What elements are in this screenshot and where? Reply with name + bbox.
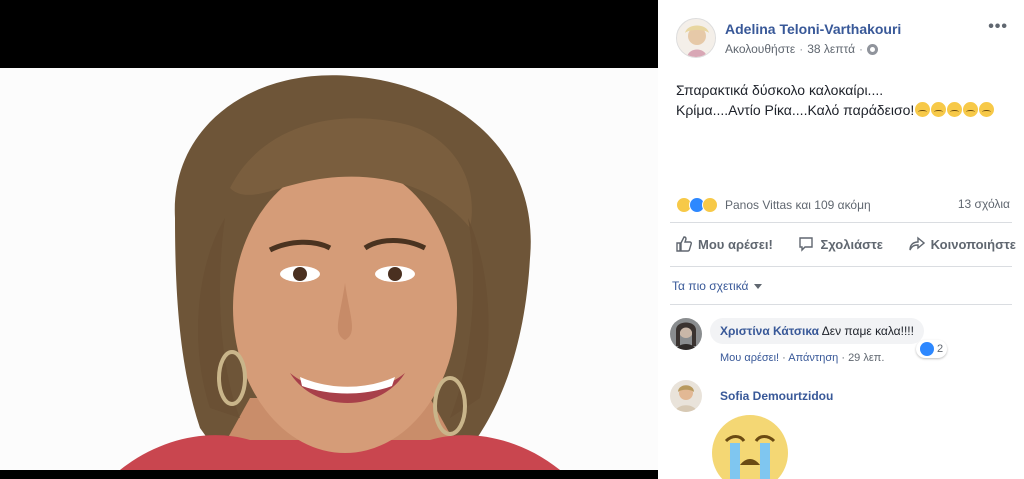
reactions-names[interactable]: Panos Vittas και 109 ακόμη [725,198,871,212]
post-text-line2: Κρίμα....Αντίο Ρίκα....Καλό παράδεισο! [676,102,915,118]
commenter-avatar[interactable] [670,318,702,350]
chevron-down-icon [753,283,762,289]
comments-filter-label: Τα πιο σχετικά [672,279,749,293]
comments-filter-dropdown[interactable]: Τα πιο σχετικά [672,279,762,293]
share-icon [908,236,925,251]
post-meta: Ακολουθήστε · 38 λεπτά · [725,42,879,56]
comment-time[interactable]: 29 λεπ. [848,352,884,364]
comments-count[interactable]: 13 σχόλια [958,197,1010,211]
comment-reaction-count: 2 [937,343,944,355]
portrait-image [0,68,658,470]
divider [670,304,1012,305]
crying-emoji-icon [915,102,931,117]
post-photo[interactable] [0,68,658,470]
comment-button[interactable]: Σχολιάστε [798,236,883,252]
commenter-name[interactable]: Χριστίνα Κάτσικα [720,324,819,338]
comment-meta: Μου αρέσει! · Απάντηση · 29 λεπ. [720,352,884,364]
commenter-avatar[interactable] [670,380,702,412]
crying-emoji-icon [947,102,963,117]
divider [670,266,1012,267]
crying-sticker-icon [712,415,788,479]
comment-like-link[interactable]: Μου αρέσει! [720,352,779,364]
comment-button-label: Σχολιάστε [820,236,883,252]
author-name[interactable]: Adelina Teloni-Varthakouri [725,21,901,37]
post-side-panel: Adelina Teloni-Varthakouri Ακολουθήστε ·… [658,0,1024,479]
wow-reaction-icon [702,197,718,213]
comment-icon [799,237,814,252]
action-bar: Μου αρέσει! Σχολιάστε Κοινοποιήστε [676,236,1016,252]
photo-viewer [0,0,658,479]
globe-icon [867,43,879,55]
like-button[interactable]: Μου αρέσει! [676,236,773,252]
follow-link[interactable]: Ακολουθήστε [725,42,795,56]
comment-bubble: Χριστίνα Κάτσικα Δεν παμε καλα!!!! [710,318,924,344]
post-text-line1: Σπαρακτικά δύσκολο καλοκαίρι.... [676,82,884,98]
crying-emoji-icon [963,102,979,117]
post-text: Σπαρακτικά δύσκολο καλοκαίρι.... Κρίμα..… [676,80,1016,120]
crying-emoji-icon [979,102,995,117]
crying-emoji-icon [931,102,947,117]
like-reaction-icon [920,342,934,356]
comment-reaction-badge[interactable]: 2 [916,340,948,358]
comment-text: Δεν παμε καλα!!!! [821,324,914,338]
post-time[interactable]: 38 λεπτά [807,42,855,56]
post-text-line2-row: Κρίμα....Αντίο Ρίκα....Καλό παράδεισο! [676,100,1016,120]
reactions-summary[interactable]: Panos Vittas και 109 ακόμη [676,197,871,213]
more-options-icon[interactable]: ••• [988,18,1008,36]
meta-separator: · [859,42,864,56]
thumbs-up-icon [676,236,692,252]
comment-reply-link[interactable]: Απάντηση [788,352,838,364]
commenter-name[interactable]: Sofia Demourtzidou [720,389,833,403]
share-button[interactable]: Κοινοποιήστε [908,236,1016,252]
meta-separator: · [799,42,804,56]
divider [670,222,1012,223]
author-avatar[interactable] [676,18,716,58]
like-button-label: Μου αρέσει! [698,236,773,252]
share-button-label: Κοινοποιήστε [930,236,1016,252]
